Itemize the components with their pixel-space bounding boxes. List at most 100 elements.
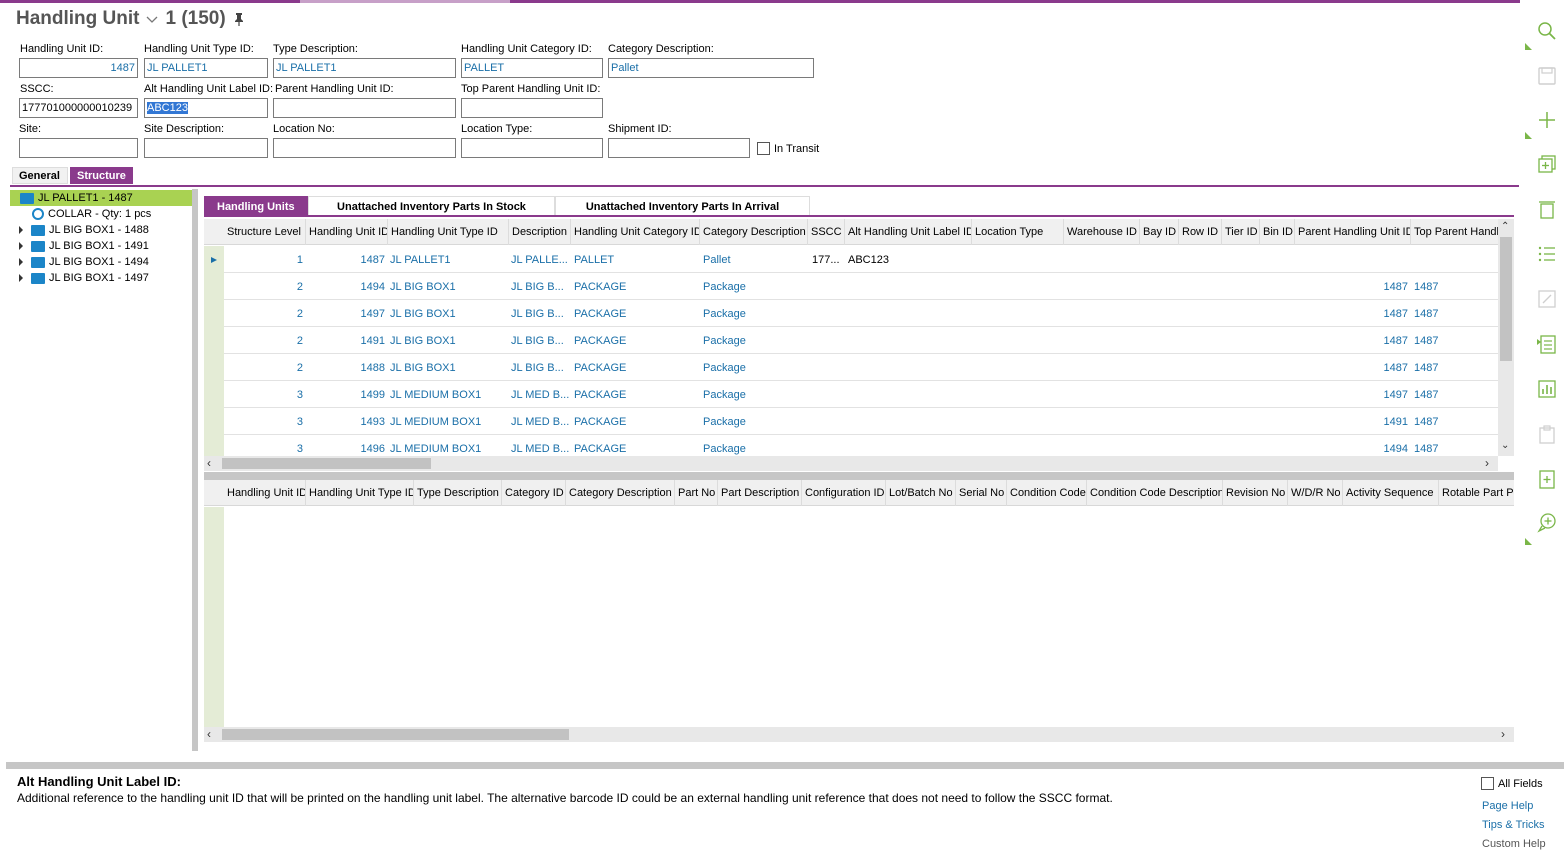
cell-handling-unit-id: 1491	[360, 335, 385, 347]
lower-horizontal-scrollbar[interactable]	[204, 727, 1514, 742]
search-icon[interactable]	[1536, 20, 1558, 42]
cell-sscc	[812, 273, 846, 299]
col-category-id[interactable]: Category ID	[502, 480, 566, 506]
table-row[interactable]: 2 1488 JL BIG BOX1 JL BIG B... PACKAGE Packag…	[224, 354, 1498, 381]
cell-category-id: PACKAGE	[574, 443, 627, 455]
col-part-no[interactable]: Part No	[675, 480, 718, 506]
cell-handling-unit-id: 1499	[360, 389, 385, 401]
chart-icon[interactable]	[1536, 378, 1558, 400]
scroll-down-icon[interactable]: ⌄	[1501, 440, 1509, 451]
table-row[interactable]: 2 1491 JL BIG BOX1 JL BIG B... PACKAGE Packag…	[224, 327, 1498, 354]
cell-top-parent-handling-unit-id: 1487	[1414, 362, 1439, 374]
cell-alt-label-id: ABC123	[848, 254, 889, 266]
cell-structure-level: 1	[296, 254, 303, 266]
details-icon[interactable]	[1536, 333, 1558, 355]
col-lot-batch-no[interactable]: Lot/Batch No	[886, 480, 956, 506]
cell-parent-handling-unit-id: 1487	[1383, 335, 1408, 347]
cell-category-id: PACKAGE	[574, 416, 627, 428]
cell-handling-unit-id: 1493	[360, 416, 385, 428]
table-row[interactable]: 3 1499 JL MEDIUM BOX1 JL MED B... PACKAGE Pac…	[224, 381, 1498, 408]
upper-horizontal-scroll-thumb[interactable]	[222, 458, 431, 469]
open-link-icon[interactable]	[1536, 288, 1558, 310]
cell-structure-level: 2	[296, 335, 303, 347]
grid-splitter[interactable]	[204, 472, 1514, 480]
cell-parent-handling-unit-id: 1497	[1383, 389, 1408, 401]
cell-sscc	[812, 381, 846, 407]
expand-corner-icon[interactable]	[1525, 43, 1532, 50]
cell-handling-unit-type-id: JL BIG BOX1	[390, 362, 456, 374]
cell-category-id: PACKAGE	[574, 335, 627, 347]
cell-structure-level: 2	[296, 308, 303, 320]
scroll-up-icon[interactable]: ⌃	[1501, 221, 1509, 232]
cell-alt-label-id	[848, 273, 968, 299]
table-row[interactable]: 1 1487 JL PALLET1 JL PALLE... PALLET Pallet 17…	[224, 246, 1498, 273]
col-wdr-no[interactable]: W/D/R No	[1288, 480, 1343, 506]
scroll-left-icon[interactable]: ‹	[207, 727, 211, 741]
list-icon[interactable]	[1536, 243, 1558, 265]
cell-description: JL BIG B...	[511, 335, 564, 347]
clipboard-icon[interactable]	[1536, 423, 1558, 445]
cell-category-description: Package	[703, 281, 746, 293]
table-row[interactable]: 3 1496 JL MEDIUM BOX1 JL MED B... PACKAGE Pac…	[224, 435, 1498, 456]
col-category-description[interactable]: Category Description	[566, 480, 675, 506]
cell-handling-unit-id: 1494	[360, 281, 385, 293]
expand-corner-icon[interactable]	[1525, 132, 1532, 139]
table-row[interactable]: 2 1497 JL BIG BOX1 JL BIG B... PACKAGE Packag…	[224, 300, 1498, 327]
upper-vertical-scrollbar[interactable]	[1498, 219, 1514, 456]
delete-icon[interactable]	[1536, 198, 1558, 220]
scroll-right-icon[interactable]: ›	[1485, 456, 1489, 470]
col-condition-code-description[interactable]: Condition Code Description	[1087, 480, 1223, 506]
cell-top-parent-handling-unit-id: 1487	[1414, 389, 1439, 401]
expand-corner-icon[interactable]	[1525, 538, 1532, 545]
save-icon[interactable]	[1536, 65, 1558, 87]
lower-horizontal-scroll-thumb[interactable]	[222, 729, 569, 740]
duplicate-icon[interactable]	[1536, 153, 1558, 175]
col-revision-no[interactable]: Revision No	[1223, 480, 1288, 506]
cell-category-id: PACKAGE	[574, 281, 627, 293]
cell-handling-unit-type-id: JL PALLET1	[390, 254, 451, 266]
col-type-description[interactable]: Type Description	[414, 480, 502, 506]
custom-help-link[interactable]: Custom Help	[1482, 838, 1546, 850]
cell-description: JL PALLE...	[511, 254, 568, 266]
cell-description: JL MED B...	[511, 443, 570, 455]
cell-category-description: Package	[703, 335, 746, 347]
cell-sscc	[812, 408, 846, 434]
col-handling-unit-id[interactable]: Handling Unit ID	[224, 480, 306, 506]
scroll-left-icon[interactable]: ‹	[207, 456, 211, 470]
help-divider[interactable]	[6, 762, 1564, 769]
all-fields-checkbox[interactable]	[1481, 777, 1494, 790]
add-comment-icon[interactable]	[1536, 512, 1558, 534]
lower-grid-header: Handling Unit ID Handling Unit Type ID T…	[204, 480, 1514, 506]
cell-parent-handling-unit-id	[1295, 246, 1411, 272]
cell-parent-handling-unit-id: 1487	[1383, 362, 1408, 374]
cell-structure-level: 3	[296, 416, 303, 428]
col-configuration-id[interactable]: Configuration ID	[802, 480, 886, 506]
cell-alt-label-id	[848, 354, 968, 380]
col-activity-sequence[interactable]: Activity Sequence	[1343, 480, 1439, 506]
cell-category-id: PACKAGE	[574, 308, 627, 320]
scroll-right-icon[interactable]: ›	[1501, 727, 1505, 741]
upper-vertical-scroll-thumb[interactable]	[1500, 237, 1512, 361]
cell-top-parent-handling-unit-id: 1487	[1414, 335, 1439, 347]
new-document-icon[interactable]	[1536, 468, 1558, 490]
cell-parent-handling-unit-id: 1494	[1383, 443, 1408, 455]
col-part-description[interactable]: Part Description	[718, 480, 802, 506]
col-handling-unit-type-id[interactable]: Handling Unit Type ID	[306, 480, 414, 506]
add-icon[interactable]	[1536, 109, 1558, 131]
cell-description: JL MED B...	[511, 416, 570, 428]
col-serial-no[interactable]: Serial No	[956, 480, 1007, 506]
cell-top-parent-handling-unit-id: 1487	[1414, 308, 1439, 320]
help-text: Additional reference to the handling uni…	[17, 791, 1113, 805]
cell-description: JL BIG B...	[511, 308, 564, 320]
table-row[interactable]: 3 1493 JL MEDIUM BOX1 JL MED B... PACKAGE Pac…	[224, 408, 1498, 435]
page-help-link[interactable]: Page Help	[1482, 800, 1533, 812]
col-rotable-part-pool[interactable]: Rotable Part Po	[1439, 480, 1514, 506]
tips-and-tricks-link[interactable]: Tips & Tricks	[1482, 819, 1545, 831]
upper-horizontal-scrollbar[interactable]	[204, 456, 1498, 471]
cell-parent-handling-unit-id: 1487	[1383, 281, 1408, 293]
cell-alt-label-id	[848, 381, 968, 407]
cell-alt-label-id	[848, 435, 968, 456]
table-row[interactable]: 2 1494 JL BIG BOX1 JL BIG B... PACKAGE Packag…	[224, 273, 1498, 300]
col-condition-code[interactable]: Condition Code	[1007, 480, 1087, 506]
cell-sscc	[812, 300, 846, 326]
